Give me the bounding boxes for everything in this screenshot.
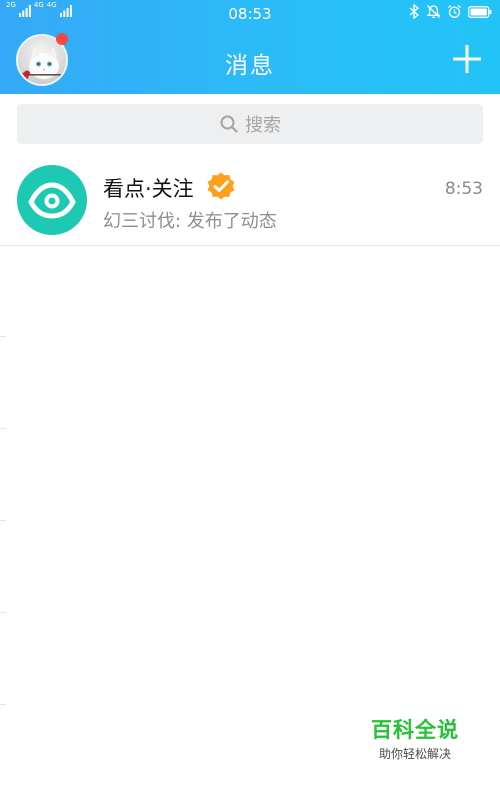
status-icons bbox=[409, 4, 492, 19]
bluetooth-icon bbox=[409, 4, 420, 19]
watermark: 百科全说 助你轻松解决 bbox=[360, 714, 470, 762]
search-icon bbox=[220, 115, 238, 133]
divider-mark bbox=[0, 428, 6, 429]
app-header: 2G 4G 4G 08:53 消息 bbox=[0, 0, 500, 94]
divider-mark bbox=[0, 520, 6, 521]
battery-icon bbox=[468, 5, 492, 18]
search-placeholder: 搜索 bbox=[245, 115, 281, 136]
conversation-time: 8:53 bbox=[444, 179, 483, 199]
conversation-name: 看点·关注 bbox=[103, 177, 194, 201]
conversation-item[interactable]: 看点·关注 8:53 幻三讨伐: 发布了动态 bbox=[0, 158, 500, 246]
bell-off-icon bbox=[426, 5, 441, 19]
divider-mark bbox=[0, 704, 6, 705]
verified-check-icon bbox=[207, 172, 235, 200]
eye-icon bbox=[28, 182, 76, 219]
conversation-preview: 幻三讨伐: 发布了动态 bbox=[103, 211, 277, 232]
watermark-subtitle: 助你轻松解决 bbox=[378, 747, 451, 761]
search-bar[interactable]: 搜索 bbox=[17, 104, 483, 144]
divider-mark bbox=[0, 336, 6, 337]
status-bar: 2G 4G 4G 08:53 bbox=[0, 0, 500, 26]
watermark-title: 百科全说 bbox=[371, 718, 459, 742]
alarm-icon bbox=[448, 5, 461, 18]
conversation-avatar bbox=[17, 165, 87, 235]
add-button[interactable] bbox=[450, 42, 484, 76]
divider-mark bbox=[0, 612, 6, 613]
verified-badge bbox=[206, 171, 236, 201]
plus-icon bbox=[453, 45, 481, 73]
avatar-notification-badge bbox=[56, 33, 68, 45]
page-title: 消息 bbox=[225, 53, 275, 79]
